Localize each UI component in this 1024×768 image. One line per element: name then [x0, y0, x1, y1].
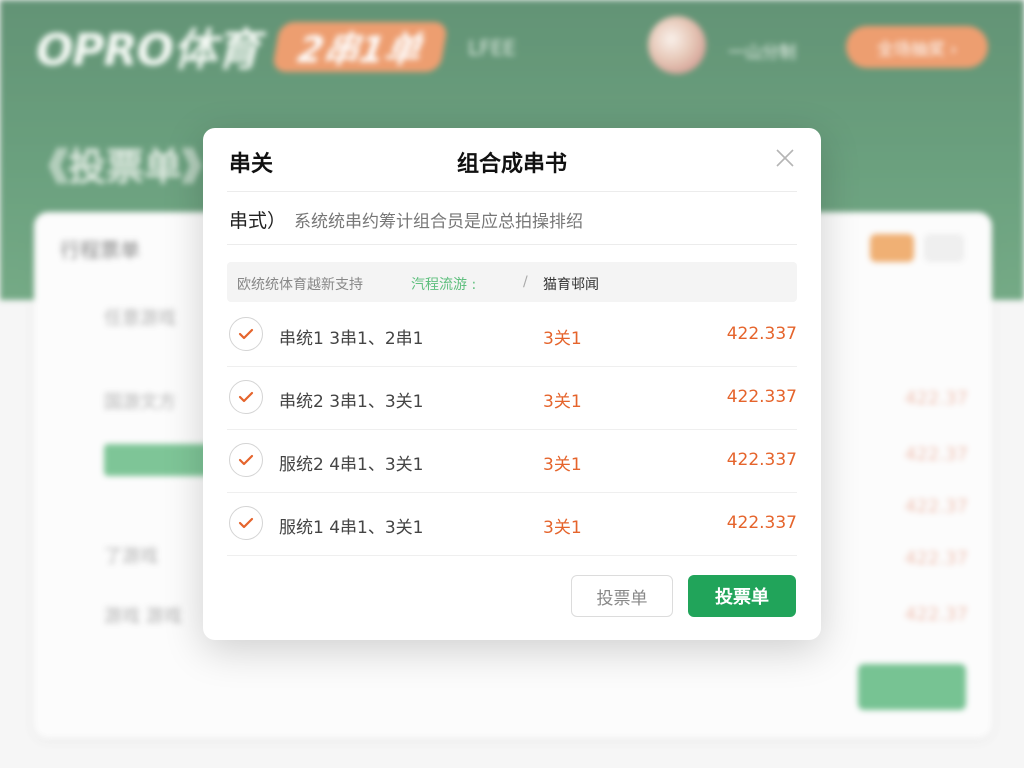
row-amount: 422.337 — [726, 513, 797, 533]
header-separator: / — [523, 274, 528, 290]
modal-left-title: 串关 — [229, 152, 274, 177]
cancel-button[interactable]: 投票单 — [571, 575, 673, 617]
header-col-2: 汽程流游 : — [411, 277, 477, 293]
row-checkbox[interactable] — [229, 317, 263, 351]
check-icon — [238, 328, 254, 340]
parlay-modal: 组合成串书 串关 串式） 系统统串约筹计组合员是应总拍操排绍 欧统统体育越新支持 … — [203, 128, 821, 640]
modal-header: 组合成串书 串关 — [203, 128, 821, 192]
row-checkbox[interactable] — [229, 380, 263, 414]
table-row[interactable]: 服统1 4串1、3关1 3关1 422.337 — [227, 493, 797, 556]
row-amount: 422.337 — [726, 450, 797, 470]
row-type: 3关1 — [543, 392, 582, 412]
divider — [227, 191, 797, 192]
check-icon — [238, 454, 254, 466]
table-row[interactable]: 服统2 4串1、3关1 3关1 422.337 — [227, 430, 797, 493]
modal-description: 串式） 系统统串约筹计组合员是应总拍操排绍 — [229, 206, 583, 233]
description-label: 串式） — [229, 210, 287, 232]
header-col-3: 猫育邨闻 — [543, 277, 599, 293]
row-type: 3关1 — [543, 329, 582, 349]
row-type: 3关1 — [543, 518, 582, 538]
row-name: 串统2 3串1、3关1 — [279, 392, 424, 412]
table-row[interactable]: 串统2 3串1、3关1 3关1 422.337 — [227, 367, 797, 430]
divider — [227, 244, 797, 245]
confirm-button[interactable]: 投票单 — [688, 575, 796, 617]
check-icon — [238, 391, 254, 403]
modal-title: 组合成串书 — [456, 152, 567, 177]
row-name: 串统1 3串1、2串1 — [279, 329, 424, 349]
table-row[interactable]: 串统1 3串1、2串1 3关1 422.337 — [227, 304, 797, 367]
description-text: 系统统串约筹计组合员是应总拍操排绍 — [294, 212, 584, 232]
row-name: 服统1 4串1、3关1 — [279, 518, 424, 538]
row-type: 3关1 — [543, 455, 582, 475]
row-amount: 422.337 — [726, 387, 797, 407]
check-icon — [238, 517, 254, 529]
close-icon — [776, 149, 794, 167]
table-header: 欧统统体育越新支持 汽程流游 : / 猫育邨闻 — [227, 262, 797, 302]
row-checkbox[interactable] — [229, 506, 263, 540]
row-checkbox[interactable] — [229, 443, 263, 477]
row-name: 服统2 4串1、3关1 — [279, 455, 424, 475]
header-col-1: 欧统统体育越新支持 — [237, 277, 363, 293]
close-button[interactable] — [771, 144, 799, 172]
row-amount: 422.337 — [726, 324, 797, 344]
